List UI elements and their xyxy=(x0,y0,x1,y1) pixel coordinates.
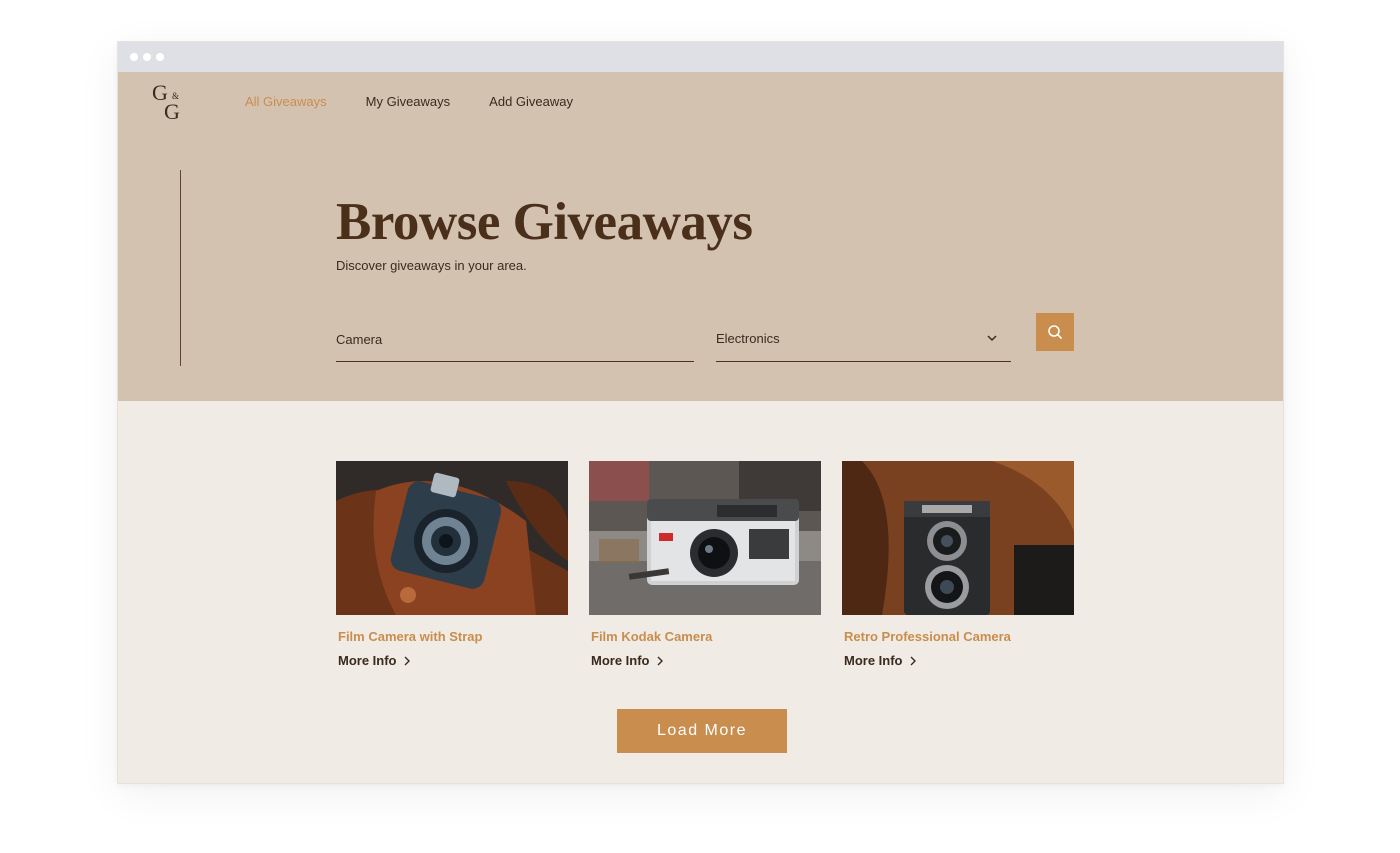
search-icon xyxy=(1048,325,1062,339)
decorative-divider xyxy=(180,170,181,366)
search-button[interactable] xyxy=(1036,313,1074,351)
window-dot-icon xyxy=(130,53,138,61)
more-info-link[interactable]: More Info xyxy=(844,653,1074,668)
giveaway-grid: Film Camera with Strap More Info Film Ko… xyxy=(336,461,1074,668)
search-field[interactable] xyxy=(336,325,694,362)
more-info-label: More Info xyxy=(591,653,650,668)
giveaway-card: Film Kodak Camera More Info xyxy=(589,461,821,668)
category-select[interactable]: Electronics xyxy=(716,325,1011,362)
category-select-value: Electronics xyxy=(716,331,780,346)
giveaway-card: Retro Professional Camera More Info xyxy=(842,461,1074,668)
retro-camera-image[interactable] xyxy=(842,461,1074,615)
nav-item-my-giveaways[interactable]: My Giveaways xyxy=(366,94,451,109)
window-titlebar xyxy=(118,42,1283,72)
chevron-right-icon xyxy=(657,656,663,665)
load-more-button[interactable]: Load More xyxy=(617,709,787,753)
nav-item-all-giveaways[interactable]: All Giveaways xyxy=(245,94,327,109)
logo-letter-bottom: G xyxy=(164,99,180,124)
window-dot-icon xyxy=(143,53,151,61)
chevron-right-icon xyxy=(910,656,916,665)
giveaway-card: Film Camera with Strap More Info xyxy=(336,461,568,668)
more-info-link[interactable]: More Info xyxy=(591,653,821,668)
window-dot-icon xyxy=(156,53,164,61)
browser-window: G & G All Giveaways My Giveaways Add Giv… xyxy=(117,41,1284,784)
giveaway-title[interactable]: Film Camera with Strap xyxy=(338,629,568,644)
search-input[interactable] xyxy=(336,325,694,353)
page-title: Browse Giveaways xyxy=(336,193,753,251)
kodak-camera-image[interactable] xyxy=(589,461,821,615)
giveaway-title[interactable]: Retro Professional Camera xyxy=(844,629,1074,644)
hero-section: G & G All Giveaways My Giveaways Add Giv… xyxy=(118,72,1283,401)
chevron-down-icon xyxy=(987,335,997,342)
giveaway-title[interactable]: Film Kodak Camera xyxy=(591,629,821,644)
nav-item-add-giveaway[interactable]: Add Giveaway xyxy=(489,94,573,109)
more-info-label: More Info xyxy=(844,653,903,668)
page-subtitle: Discover giveaways in your area. xyxy=(336,258,527,273)
main-nav: All Giveaways My Giveaways Add Giveaway xyxy=(245,94,573,109)
site-logo[interactable]: G & G xyxy=(152,82,192,124)
film-camera-strap-image[interactable] xyxy=(336,461,568,615)
more-info-link[interactable]: More Info xyxy=(338,653,568,668)
chevron-right-icon xyxy=(404,656,410,665)
more-info-label: More Info xyxy=(338,653,397,668)
